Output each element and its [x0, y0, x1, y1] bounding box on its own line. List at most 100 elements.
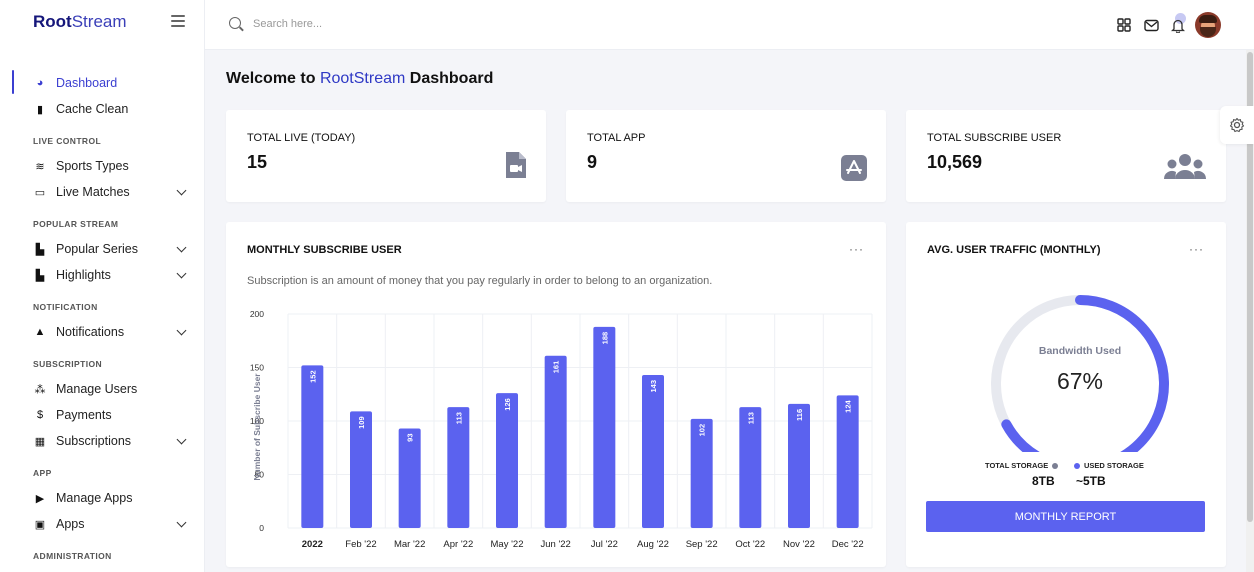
avatar[interactable]: [1195, 12, 1221, 38]
bar: [496, 393, 518, 528]
sidebar-item-manage-users[interactable]: ⁂ Manage Users: [0, 376, 204, 402]
sidebar-item-live-matches[interactable]: ▭ Live Matches: [0, 179, 204, 205]
bar: [788, 403, 810, 528]
chevron-down-icon[interactable]: [176, 242, 187, 253]
sidebar-item-label: Cache Clean: [56, 102, 129, 116]
legend-dot: [1074, 462, 1080, 469]
data-label: 93: [406, 433, 415, 441]
sidebar-item-label: Live Matches: [56, 185, 130, 199]
stat-card-live: TOTAL LIVE (TODAY) 15: [226, 110, 546, 202]
brand-logo[interactable]: RootStream: [33, 12, 127, 32]
monthly-report-button[interactable]: MONTHLY REPORT: [926, 501, 1205, 532]
users-group-icon: [1163, 152, 1207, 187]
nav-section-heading: SUBSCRIPTION: [33, 359, 103, 369]
mail-icon[interactable]: [1138, 12, 1164, 38]
chevron-down-icon[interactable]: [176, 185, 187, 196]
sidebar-item-manage-apps[interactable]: ▶ Manage Apps: [0, 485, 204, 511]
total-storage-value: 8TB: [1032, 474, 1055, 488]
nav-section-heading: APP: [33, 468, 52, 478]
x-tick-label: Sep '22: [686, 539, 718, 550]
apps-grid-icon[interactable]: [1111, 12, 1137, 38]
sidebar-item-label: Highlights: [56, 268, 111, 282]
menu-toggle-icon[interactable]: [171, 15, 185, 27]
stat-value: 9: [587, 152, 598, 172]
file-icon: ▙: [35, 269, 45, 282]
bar: [642, 374, 664, 528]
monthly-subscribe-card: MONTHLY SUBSCRIBE USER ··· Subscription …: [226, 222, 886, 567]
data-label: 143: [649, 380, 658, 393]
nav-section-heading: NOTIFICATION: [33, 302, 98, 312]
sidebar-item-label: Dashboard: [56, 76, 118, 90]
x-tick-label: Oct '22: [735, 539, 765, 550]
dollar-icon: $: [36, 409, 44, 421]
grid-icon: ▦: [34, 435, 46, 448]
data-label: 188: [600, 332, 609, 345]
bar: [593, 326, 616, 528]
user-traffic-card: AVG. USER TRAFFIC (MONTHLY) ··· Bandwidt…: [906, 222, 1226, 567]
data-label: 124: [844, 399, 853, 412]
nav-section-heading: POPULAR STREAM: [33, 219, 119, 229]
data-label: 116: [795, 409, 804, 421]
bar: [398, 428, 421, 528]
bell-icon: ▲: [34, 326, 46, 338]
used-storage-value: ~5TB: [1076, 474, 1106, 488]
chevron-down-icon[interactable]: [176, 268, 187, 279]
stat-card-users: TOTAL SUBSCRIBE USER 10,569: [906, 110, 1226, 202]
data-label: 161: [552, 361, 561, 374]
x-tick-label: Aug '22: [637, 539, 669, 550]
stat-label: TOTAL SUBSCRIBE USER: [927, 132, 1062, 144]
chevron-down-icon[interactable]: [176, 434, 187, 445]
search-icon: [229, 17, 241, 29]
sidebar-item-subscriptions[interactable]: ▦ Subscriptions: [0, 428, 204, 454]
search-input[interactable]: [253, 14, 553, 34]
stat-card-app: TOTAL APP 9: [566, 110, 886, 202]
image-icon: ▣: [34, 518, 46, 531]
sidebar-item-highlights[interactable]: ▙ Highlights: [0, 262, 204, 288]
nav-section-heading: LIVE CONTROL: [33, 136, 102, 146]
users-icon: ⁂: [34, 383, 46, 396]
x-tick-label: Apr '22: [443, 539, 473, 550]
settings-gear-icon[interactable]: [1220, 106, 1254, 144]
stat-value: 15: [247, 152, 268, 172]
file-icon: ▙: [35, 243, 45, 256]
bar: [447, 407, 470, 528]
dashboard-icon: ◕: [36, 77, 44, 89]
bar-chart: 050100150200Number of Subscribe User 1522…: [250, 309, 873, 550]
bar: [739, 407, 762, 528]
sidebar-item-apps[interactable]: ▣ Apps: [0, 511, 204, 537]
sidebar-item-payments[interactable]: $ Payments: [0, 402, 204, 428]
chevron-down-icon[interactable]: [176, 517, 187, 528]
sidebar-item-label: Manage Apps: [56, 491, 133, 505]
sidebar-item-label: Manage Users: [56, 382, 138, 396]
bar: [301, 365, 324, 528]
sidebar-item-label: Subscriptions: [56, 434, 132, 448]
sidebar-item-popular-series[interactable]: ▙ Popular Series: [0, 236, 204, 262]
data-label: 113: [746, 412, 755, 424]
legend-total-storage: TOTAL STORAGE: [985, 461, 1062, 470]
sidebar-item-cache-clean[interactable]: ▮ Cache Clean: [0, 96, 204, 122]
y-tick-label: 0: [259, 523, 264, 533]
y-tick-label: 150: [250, 363, 264, 373]
sidebar-item-label: Apps: [56, 517, 85, 531]
sidebar-item-label: Sports Types: [56, 159, 129, 173]
sidebar-item-sports-types[interactable]: ≋ Sports Types: [0, 153, 204, 179]
data-label: 102: [698, 424, 707, 437]
x-tick-label: Mar '22: [394, 539, 425, 550]
bell-icon[interactable]: [1165, 12, 1191, 38]
layers-icon: ≋: [35, 160, 45, 173]
x-tick-label: Jul '22: [591, 539, 618, 550]
chevron-down-icon[interactable]: [176, 325, 187, 336]
y-axis-label: Number of Subscribe User: [252, 373, 262, 481]
x-tick-label: 2022: [302, 539, 323, 550]
gauge-label: Bandwidth Used: [1038, 345, 1122, 357]
sidebar-item-notifications[interactable]: ▲ Notifications: [0, 319, 204, 345]
x-tick-label: Feb '22: [345, 539, 376, 550]
sidebar-item-label: Notifications: [56, 325, 125, 339]
legend-dot: [1052, 462, 1059, 469]
stat-label: TOTAL APP: [587, 132, 646, 144]
trash-icon: ▮: [36, 103, 44, 116]
bar: [544, 355, 567, 528]
sidebar-item-dashboard[interactable]: ◕ Dashboard: [0, 70, 204, 96]
legend-used-storage: USED STORAGE: [1070, 461, 1144, 470]
play-icon: ▶: [35, 492, 45, 505]
